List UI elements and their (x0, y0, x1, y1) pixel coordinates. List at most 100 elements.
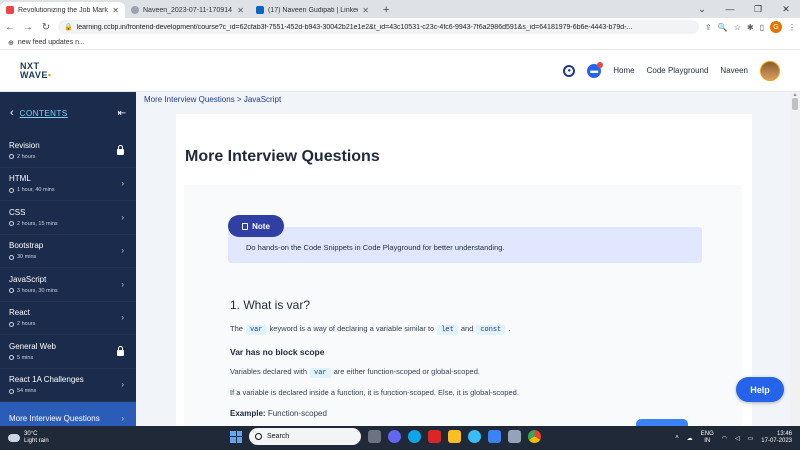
help-button[interactable]: Help (736, 377, 784, 402)
tab-close-icon[interactable]: ✕ (237, 6, 244, 15)
sidebar-item-label: Revision (9, 140, 40, 150)
app-header: NXT WAVE▪ ● ▬ Home Code Playground Navee… (0, 50, 800, 92)
sidebar-item[interactable]: JavaScript 3 hours, 30 mins › (0, 268, 136, 302)
chevron-right-icon: › (121, 279, 124, 289)
chat-icon[interactable]: ▬ (587, 61, 604, 78)
chrome-icon[interactable] (528, 430, 541, 443)
tray-chevron-up-icon[interactable]: ˄ (675, 435, 679, 441)
chevron-right-icon: › (121, 313, 124, 323)
close-window-icon[interactable]: ✕ (772, 0, 800, 18)
tab-close-icon[interactable]: ✕ (112, 6, 119, 15)
windows-start-icon[interactable] (230, 430, 242, 443)
paragraph-scope: Variables declared with var are either fun… (230, 367, 480, 378)
contents-link[interactable]: CONTENTS (20, 109, 68, 118)
maximize-icon[interactable]: ❐ (744, 0, 772, 18)
sidebar-item-duration: 2 hours (17, 321, 36, 328)
menu-icon[interactable]: ⋮ (788, 23, 796, 32)
sidebar-item[interactable]: Revision 2 hours (0, 134, 136, 168)
lock-icon (117, 144, 124, 155)
sidebar-item-label: React 1A Challenges (9, 375, 84, 385)
user-avatar[interactable] (760, 60, 780, 81)
system-tray: ˄ ☁ ENG IN ◠ ◁ ▭ 13:46 17-07-2023 (675, 431, 800, 445)
linkedin-icon (256, 6, 264, 14)
note-badge: Note (228, 215, 284, 237)
cloud-rain-icon (8, 434, 20, 442)
timer-icon[interactable]: ● (563, 64, 576, 77)
chevron-right-icon: › (121, 179, 124, 189)
taskbar-search[interactable]: Search (249, 428, 361, 445)
bookmarks-bar: ⊕ new feed updates n... (0, 36, 800, 50)
app-icon[interactable] (508, 430, 521, 443)
task-view-icon[interactable] (368, 430, 381, 443)
browser-app-icon[interactable] (468, 430, 481, 443)
wifi-icon[interactable]: ◠ (722, 435, 727, 442)
clock[interactable]: 13:46 17-07-2023 (761, 431, 792, 445)
volume-icon[interactable]: ◁ (735, 435, 740, 442)
breadcrumb[interactable]: More Interview Questions > JavaScript (136, 92, 790, 108)
sidebar-item-duration: 5 mins (17, 354, 34, 361)
nav-code-playground[interactable]: Code Playground (647, 66, 709, 75)
question-heading: 1. What is var? (230, 298, 311, 312)
mcafee-icon[interactable] (428, 430, 441, 443)
search-label: Search (267, 433, 290, 440)
sidebar-item-label: JavaScript (9, 274, 47, 284)
sidepanel-icon[interactable]: ▯ (760, 23, 764, 32)
back-icon[interactable]: ← (4, 22, 16, 33)
clock-icon (9, 154, 14, 160)
sidebar-item-duration: 3 hours, 30 mins (17, 287, 58, 294)
file-explorer-icon[interactable] (448, 430, 461, 443)
browser-toolbar: ← → ↻ 🔒 learning.ccbp.in/frontend-develo… (0, 18, 800, 36)
note-text: Do hands-on the Code Snippets in Code Pl… (246, 243, 505, 252)
collapse-sidebar-icon[interactable]: ⇤ (118, 108, 126, 119)
sidebar-item[interactable]: React 2 hours › (0, 302, 136, 335)
sidebar-item-duration: 2 hours (17, 153, 36, 160)
bookmark-star-icon[interactable]: ☆ (734, 23, 741, 32)
tab-search-icon[interactable]: ⌄ (688, 0, 716, 18)
teams-icon[interactable] (388, 430, 401, 443)
code-playground-button[interactable] (636, 419, 688, 426)
tab-favicon-icon (131, 6, 139, 14)
example-line: Example: Function-scoped (230, 409, 327, 418)
forward-icon[interactable]: → (22, 22, 34, 33)
user-name[interactable]: Naveen (720, 66, 748, 75)
reload-icon[interactable]: ↻ (40, 22, 52, 33)
tab-title: Revolutionizing the Job Market | (18, 6, 109, 14)
address-bar[interactable]: 🔒 learning.ccbp.in/frontend-development/… (58, 20, 700, 34)
edge-icon[interactable] (408, 430, 421, 443)
store-icon[interactable] (488, 430, 501, 443)
windows-taskbar: 30°C Light rain Search ˄ ☁ ENG IN ◠ ◁ ▭ … (0, 426, 800, 450)
clock-icon (9, 221, 14, 227)
minimize-icon[interactable]: — (716, 0, 744, 18)
weather-widget[interactable]: 30°C Light rain (0, 431, 120, 445)
browser-tab-0[interactable]: Revolutionizing the Job Market | ✕ (0, 2, 125, 18)
extensions-icon[interactable]: ✱ (747, 23, 754, 32)
chevron-left-icon[interactable]: ‹ (10, 107, 14, 119)
zoom-icon[interactable]: 🔍 (718, 23, 728, 32)
sidebar-item[interactable]: Bootstrap 30 mins › (0, 235, 136, 268)
scroll-thumb[interactable] (792, 98, 798, 110)
nxtwave-logo[interactable]: NXT WAVE▪ (20, 61, 52, 80)
sidebar-item[interactable]: React 1A Challenges 54 mins › (0, 369, 136, 402)
sidebar-item[interactable]: HTML 1 hour, 40 mins › (0, 168, 136, 201)
globe-icon: ⊕ (8, 39, 14, 47)
battery-icon[interactable]: ▭ (748, 435, 754, 442)
new-tab-button[interactable]: + (375, 2, 397, 18)
browser-tab-2[interactable]: (17) Naveen Gudipati | LinkedIn ✕ (250, 2, 375, 18)
browser-tab-1[interactable]: Naveen_2023-07-11-170914 ✕ (125, 2, 250, 18)
paragraph-var-intro: The var keyword is a way of declaring a va… (230, 324, 511, 335)
page-scrollbar[interactable]: ▲ (790, 92, 800, 426)
header-nav: ● ▬ Home Code Playground Naveen (563, 60, 780, 81)
tab-close-icon[interactable]: ✕ (362, 6, 369, 15)
sidebar-item[interactable]: CSS 2 hours, 15 mins › (0, 201, 136, 235)
clock-icon (9, 254, 14, 260)
language-indicator[interactable]: ENG IN (701, 431, 714, 445)
bookmark-item[interactable]: new feed updates n... (18, 39, 85, 46)
share-icon[interactable]: ⇪ (705, 23, 712, 32)
nav-home[interactable]: Home (613, 66, 634, 75)
onedrive-icon[interactable]: ☁ (687, 435, 693, 442)
sidebar-item[interactable]: More Interview Questions › (0, 402, 136, 426)
chevron-right-icon: › (121, 380, 124, 390)
sidebar-item-duration: 54 mins (17, 388, 37, 395)
sidebar-item[interactable]: General Web 5 mins (0, 335, 136, 369)
profile-avatar[interactable]: G (770, 21, 782, 33)
